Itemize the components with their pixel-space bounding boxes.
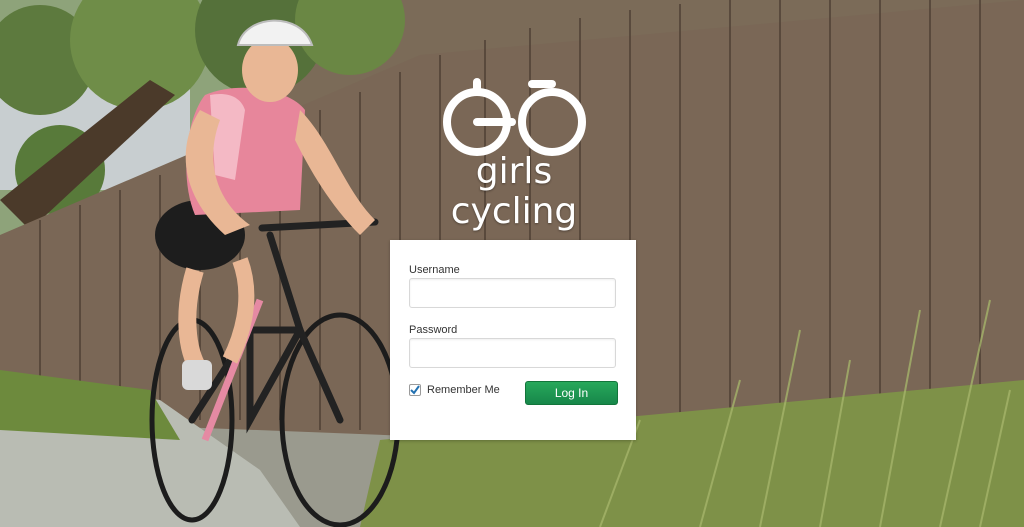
- password-label: Password: [409, 324, 458, 336]
- remember-me-label: Remember Me: [427, 384, 500, 396]
- remember-me-checkbox[interactable]: [409, 384, 421, 396]
- remember-me[interactable]: Remember Me: [409, 383, 500, 397]
- username-input[interactable]: [409, 278, 616, 308]
- login-form: Username Password Remember Me Log In: [390, 240, 636, 440]
- username-label: Username: [409, 264, 460, 276]
- brand-logo: girls cycling: [412, 74, 616, 232]
- password-input[interactable]: [409, 338, 616, 368]
- bicycle-go-logo-icon: [443, 78, 586, 156]
- checkmark-icon: [410, 385, 420, 395]
- log-in-button[interactable]: Log In: [525, 381, 618, 405]
- logo-text: girls cycling: [450, 151, 578, 232]
